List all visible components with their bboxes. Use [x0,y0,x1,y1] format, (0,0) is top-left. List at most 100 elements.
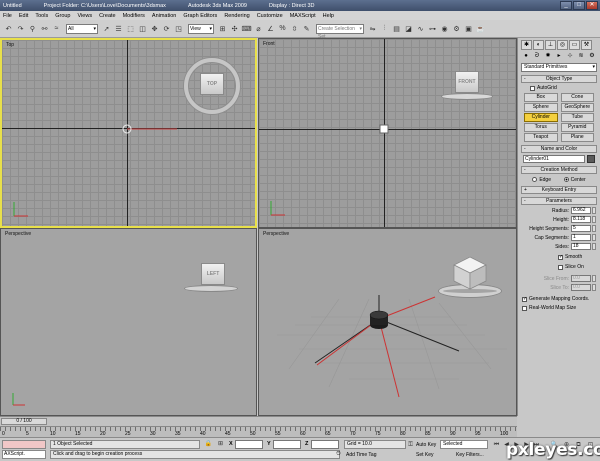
rollout-object-type[interactable]: Object Type [521,75,597,83]
object-color-swatch[interactable] [587,155,595,163]
teapot-button[interactable]: Teapot [524,133,558,142]
layer-manager-icon[interactable]: ▤ [391,23,402,34]
generate-mapping-checkbox[interactable]: ✓ Generate Mapping Coords. [522,296,600,302]
systems-icon[interactable]: ⚙ [587,52,597,60]
quick-render-icon[interactable]: ☕ [475,23,486,34]
menu-tools[interactable]: Tools [35,13,48,19]
rollout-parameters[interactable]: Parameters [521,197,597,205]
sides-spinner-arrows[interactable] [592,243,596,250]
edge-radio[interactable]: Edge [532,177,551,183]
cylinder-button[interactable]: Cylinder [524,113,558,122]
unlink-icon[interactable]: ⚯ [39,23,50,34]
redo-icon[interactable]: ↷ [15,23,26,34]
cap-segments-spinner-arrows[interactable] [592,234,596,241]
geosphere-button[interactable]: GeoSphere [560,103,594,112]
torus-button[interactable]: Torus [524,123,558,132]
viewport-front[interactable]: Front FRONT [258,38,517,228]
time-slider-thumb[interactable]: 0 / 100 [1,418,47,425]
smooth-checkbox[interactable]: ✓ Smooth [558,254,600,260]
keyboard-shortcut-icon[interactable]: ⌨ [241,23,252,34]
object-name-field[interactable]: Cylinder01 [523,155,585,163]
cap-segments-spinner[interactable]: 1 [571,234,591,241]
display-tab-icon[interactable]: ▭ [569,40,580,50]
x-coord-field[interactable] [235,440,263,449]
object-category-dropdown[interactable]: Standard Primitives [521,63,597,72]
slice-to-spinner[interactable]: 0.0 [571,284,591,291]
plane-button[interactable]: Plane [560,133,594,142]
menu-animation[interactable]: Animation [152,13,176,19]
percent-snap-icon[interactable]: % [277,23,288,34]
maxscript-listener-top[interactable] [2,440,46,449]
height-segments-spinner-arrows[interactable] [592,225,596,232]
modify-tab-icon[interactable]: ◐ [533,40,544,50]
key-mode-icon[interactable]: ⚿ [406,441,415,449]
close-button[interactable]: ✕ [586,1,598,10]
edit-named-sets-icon[interactable]: ✎ [301,23,312,34]
link-icon[interactable]: ⚲ [27,23,38,34]
geometry-icon[interactable]: ● [521,52,531,60]
undo-icon[interactable]: ↶ [3,23,14,34]
spinner-snap-icon[interactable]: ⇳ [289,23,300,34]
viewcube-top[interactable]: TOP [200,73,224,95]
menu-help[interactable]: Help [323,13,334,19]
viewport-top[interactable]: Top TOP [0,38,257,228]
go-to-start-icon[interactable]: ⏮ [492,441,501,449]
select-by-name-icon[interactable]: ☰ [113,23,124,34]
add-time-tag-button[interactable]: Add Time Tag [346,452,376,458]
select-rotate-icon[interactable]: ⟳ [161,23,172,34]
helpers-icon[interactable]: ⊹ [565,52,575,60]
window-crossing-icon[interactable]: ◫ [137,23,148,34]
select-scale-icon[interactable]: ◳ [173,23,184,34]
viewport-perspective[interactable]: Perspective [258,228,517,416]
menu-file[interactable]: File [3,13,12,19]
menu-maxscript[interactable]: MAXScript [290,13,316,19]
material-editor-icon[interactable]: ◉ [439,23,450,34]
height-spinner-arrows[interactable] [592,216,596,223]
select-move-icon[interactable]: ✥ [149,23,160,34]
cone-button[interactable]: Cone [560,93,594,102]
motion-tab-icon[interactable]: ◎ [557,40,568,50]
track-bar[interactable]: 0 5 10 15 20 25 30 35 40 45 50 55 60 65 … [0,426,517,437]
key-set-dropdown[interactable]: Selected [440,440,488,449]
menu-create[interactable]: Create [99,13,116,19]
angle-snap-icon[interactable]: ∠ [265,23,276,34]
create-tab-icon[interactable]: ✱ [521,40,532,50]
bind-spacewarp-icon[interactable]: ≈ [51,23,62,34]
menu-views[interactable]: Views [78,13,93,19]
maximize-button[interactable]: □ [573,1,585,10]
schematic-view-icon[interactable]: ⊶ [427,23,438,34]
radius-spinner-arrows[interactable] [592,207,596,214]
reference-coord-dropdown[interactable]: View [188,23,214,34]
key-filters-button[interactable]: Key Filters... [456,452,484,458]
height-segments-spinner[interactable]: 5 [571,225,591,232]
manipulate-icon[interactable]: ✣ [229,23,240,34]
menu-group[interactable]: Group [55,13,70,19]
viewcube-ground-ring[interactable] [441,93,493,100]
auto-key-button[interactable]: Auto Key [416,442,436,448]
cameras-icon[interactable]: ▸ [554,52,564,60]
pyramid-button[interactable]: Pyramid [560,123,594,132]
lock-selection-icon[interactable]: 🔒 [204,440,213,448]
rendered-frame-icon[interactable]: ▣ [463,23,474,34]
minimize-button[interactable]: _ [560,1,572,10]
height-spinner[interactable]: 8.118 [571,216,591,223]
sides-spinner[interactable]: 18 [571,243,591,250]
real-world-map-checkbox[interactable]: Real-World Map Size [522,305,600,311]
transform-mode-icon[interactable]: ⊞ [216,440,225,448]
menu-graph-editors[interactable]: Graph Editors [183,13,217,19]
align-icon[interactable]: ⫶ [379,23,390,34]
curve-editor-icon[interactable]: ∿ [415,23,426,34]
sphere-button[interactable]: Sphere [524,103,558,112]
pivot-center-icon[interactable]: ⊞ [217,23,228,34]
viewcube-front[interactable]: FRONT [455,71,479,93]
shapes-icon[interactable]: ᘐ [532,52,542,60]
menu-modifiers[interactable]: Modifiers [123,13,145,19]
rollout-name-and-color[interactable]: Name and Color [521,145,597,153]
box-button[interactable]: Box [524,93,558,102]
y-coord-field[interactable] [273,440,301,449]
center-radio[interactable]: Center [563,177,586,183]
named-selection-set-field[interactable]: Create Selection Set [316,23,364,40]
z-coord-field[interactable] [311,440,339,449]
select-object-icon[interactable]: ➚ [101,23,112,34]
viewcube-perspective[interactable] [452,255,488,291]
